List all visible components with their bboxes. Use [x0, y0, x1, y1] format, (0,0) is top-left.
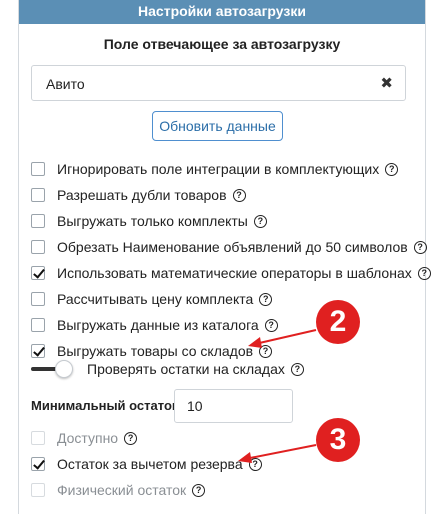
option-label: Физический остаток	[57, 482, 187, 498]
autoload-field-title: Поле отвечающее за автозагрузку	[103, 36, 341, 52]
option-label: Разрешать дубли товаров	[57, 187, 227, 203]
checkbox[interactable]	[31, 266, 45, 280]
option-label: Обрезать Наименование объявлений до 50 с…	[57, 239, 408, 255]
help-icon[interactable]: ?	[248, 457, 262, 471]
refresh-data-button[interactable]: Обновить данные	[152, 111, 283, 141]
autoload-field-select[interactable]: Авито ✖	[31, 65, 406, 101]
help-icon[interactable]: ?	[192, 483, 206, 497]
checkbox[interactable]	[31, 318, 45, 332]
option-label: Выгружать данные из каталога	[57, 317, 259, 333]
panel-header: Настройки автозагрузки	[19, 0, 425, 24]
checkbox[interactable]	[31, 240, 45, 254]
option-ignore-integration[interactable]: Игнорировать поле интеграции в комплекту…	[31, 159, 399, 179]
help-icon[interactable]: ?	[259, 292, 273, 306]
help-icon[interactable]: ?	[413, 240, 427, 254]
option-math-operators[interactable]: Использовать математические операторы в …	[31, 263, 431, 283]
help-icon[interactable]: ?	[259, 344, 273, 358]
checkbox[interactable]	[31, 457, 45, 471]
option-catalog-data[interactable]: Выгружать данные из каталога ?	[31, 315, 278, 335]
autoload-field-value: Авито	[46, 76, 85, 92]
help-icon[interactable]: ?	[385, 162, 399, 176]
checkbox	[31, 483, 45, 497]
option-label: Остаток за вычетом резерва	[57, 456, 243, 472]
option-allow-duplicates[interactable]: Разрешать дубли товаров ?	[31, 185, 246, 205]
clear-icon[interactable]: ✖	[380, 74, 393, 92]
option-stock-minus-reserve[interactable]: Остаток за вычетом резерва ?	[31, 454, 262, 474]
option-label: Выгружать только комплекты	[57, 213, 248, 229]
option-physical-stock: Физический остаток ?	[31, 480, 206, 500]
option-only-kits[interactable]: Выгружать только комплекты ?	[31, 211, 267, 231]
checkbox	[31, 431, 45, 445]
option-label: Выгружать товары со складов	[57, 343, 254, 359]
min-stock-input[interactable]	[174, 389, 293, 423]
checkbox[interactable]	[31, 344, 45, 358]
option-trim-name[interactable]: Обрезать Наименование объявлений до 50 с…	[31, 237, 427, 257]
option-warehouse-goods[interactable]: Выгружать товары со складов ?	[31, 341, 273, 361]
annotation-marker-3: 3	[316, 418, 360, 462]
toggle-knob[interactable]	[55, 360, 73, 378]
option-label: Использовать математические операторы в …	[57, 265, 412, 281]
stock-check-label: Проверять остатки на складах	[87, 361, 285, 377]
help-icon[interactable]: ?	[417, 266, 431, 280]
stock-check-toggle[interactable]	[31, 360, 73, 378]
option-label: Рассчитывать цену комплекта	[57, 291, 254, 307]
stock-check-toggle-row: Проверять остатки на складах ?	[31, 359, 304, 379]
checkbox[interactable]	[31, 214, 45, 228]
help-icon[interactable]: ?	[290, 362, 304, 376]
checkbox[interactable]	[31, 292, 45, 306]
option-available: Доступно ?	[31, 428, 138, 448]
checkbox[interactable]	[31, 188, 45, 202]
help-icon[interactable]: ?	[253, 214, 267, 228]
annotation-marker-2: 2	[316, 300, 360, 344]
option-kit-price[interactable]: Рассчитывать цену комплекта ?	[31, 289, 273, 309]
checkbox[interactable]	[31, 162, 45, 176]
help-icon[interactable]: ?	[124, 431, 138, 445]
autoload-settings-panel: Настройки автозагрузки Поле отвечающее з…	[18, 0, 431, 514]
help-icon[interactable]: ?	[264, 318, 278, 332]
option-label: Доступно	[57, 430, 119, 446]
option-label: Игнорировать поле интеграции в комплекту…	[57, 161, 380, 177]
help-icon[interactable]: ?	[232, 188, 246, 202]
min-stock-label: Минимальный остаток	[31, 398, 179, 413]
